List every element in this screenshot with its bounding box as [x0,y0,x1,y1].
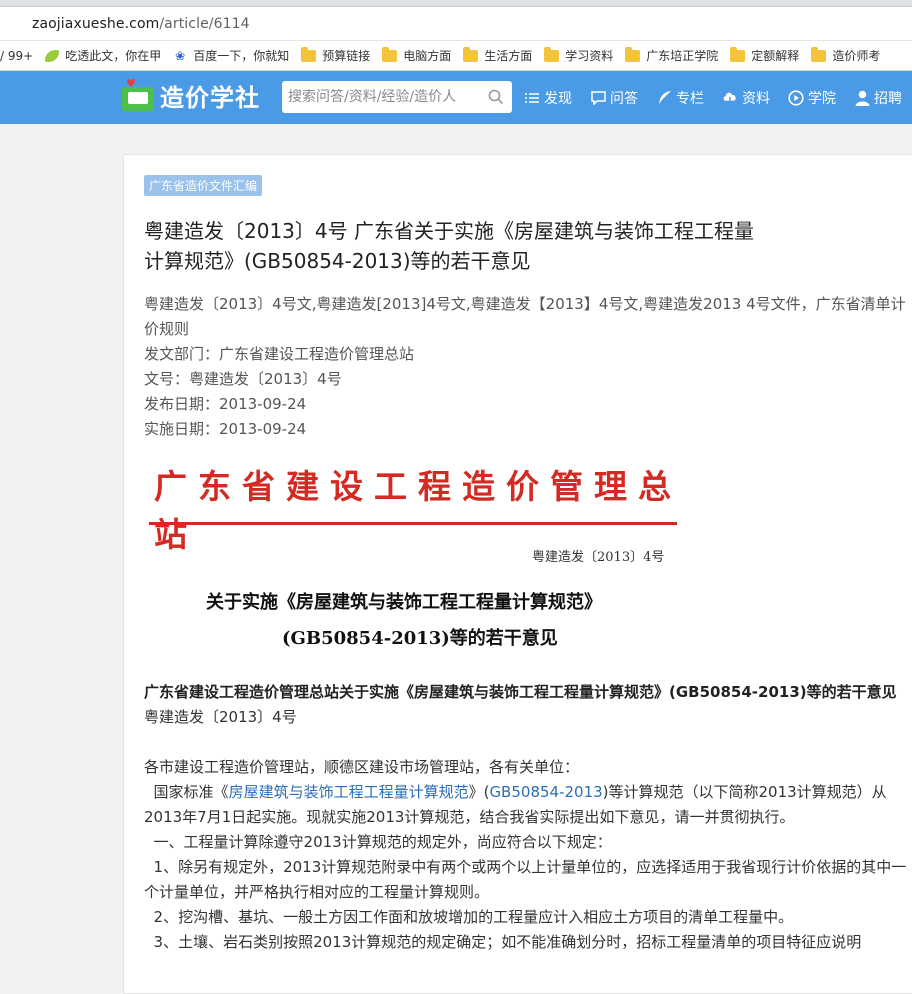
folder-icon [463,46,479,62]
leaf-icon [45,49,60,62]
nav-label: 专栏 [676,90,704,107]
bookmark-folder[interactable]: 预算链接 [301,46,371,64]
folder-icon [301,46,317,62]
body-item-2: 2、挖沟槽、基坑、一般土方因工作面和放坡增加的工程量应计入相应土方项目的清单工程… [144,905,912,930]
folder-icon [382,46,398,62]
bookmark-folder[interactable]: 广东培正学院 [625,46,719,64]
main-nav: 发现 问答 专栏 资料 学院 招聘 [524,71,912,124]
letterhead-doc-number: 粤建造发〔2013〕4号 [532,550,665,565]
browser-tabstrip [0,0,912,7]
letterhead-title-line2: (GB50854-2013)等的若干意见 [282,628,558,649]
letterhead-org: 广东省建设工程造价管理总站 [154,467,682,554]
bookmarks-bar: / 99+ 吃透此文，你在甲 ❀ 百度一下，你就知 预算链接 电脑方面 生活方面 … [0,41,912,71]
letterhead-red-rule [149,522,677,525]
nav-discover[interactable]: 发现 [524,88,572,108]
url-domain: zaojiaxueshe.com [32,15,160,32]
play-circle-icon [788,89,804,106]
nav-label: 学院 [808,90,836,107]
bookmark-label: 学习资料 [565,49,614,63]
meta-publish-date: 发布日期：2013-09-24 [144,395,307,413]
site-header: ♥ 造价学社 发现 问答 专栏 资料 学院 [0,71,912,124]
url-path: /article/6114 [159,15,250,32]
nav-resources[interactable]: 资料 [722,88,770,108]
cloud-download-icon [722,90,738,106]
article-title: 粤建造发〔2013〕4号 广东省关于实施《房屋建筑与装饰工程工程量计算规范》(G… [144,219,754,273]
bookmark-label: 电脑方面 [403,49,452,63]
bookmark-folder[interactable]: 造价师考 [811,46,881,64]
text-fragment: 》( [468,783,490,801]
list-icon [524,90,540,106]
meta-keywords: 粤建造发〔2013〕4号文,粤建造发[2013]4号文,粤建造发【2013】4号… [144,295,906,338]
bookmark-label: 定额解释 [751,49,800,63]
search-input[interactable] [282,89,478,105]
body-paragraph: 国家标准《房屋建筑与装饰工程工程量计算规范》(GB50854-2013)等计算规… [144,780,912,830]
nav-label: 问答 [610,90,638,107]
bookmark-label: 造价师考 [832,49,881,63]
nav-label: 招聘 [874,90,902,107]
text-fragment: 2、挖沟槽、基坑、一般土方因工作面和放坡增加的工程量应计入相应土方项目的清单工程… [153,908,794,926]
meta-effective-date: 实施日期：2013-09-24 [144,420,307,438]
logo-icon: ♥ [120,77,156,113]
category-tag[interactable]: 广东省造价文件汇编 [144,175,263,196]
body-item-3: 3、土壤、岩石类别按照2013计算规范的规定确定；如不能准确划分时，招标工程量清… [144,930,912,955]
document-letterhead-image: 广东省建设工程造价管理总站 粤建造发〔2013〕4号 关于实施《房屋建筑与装饰工… [144,456,704,676]
gb-code-link[interactable]: GB50854-2013 [489,783,602,801]
nav-qa[interactable]: 问答 [590,88,638,108]
letterhead-title-line1: 关于实施《房屋建筑与装饰工程工程量计算规范》 [206,592,602,613]
address-bar[interactable]: zaojiaxueshe.com/article/6114 [0,7,912,41]
article-meta: 粤建造发〔2013〕4号文,粤建造发[2013]4号文,粤建造发【2013】4号… [144,292,912,442]
folder-icon [730,46,746,62]
nav-jobs[interactable]: 招聘 [854,88,902,108]
bookmark-label: / 99+ [0,48,34,63]
bookmark-label: 广东培正学院 [646,49,719,63]
spec-link[interactable]: 房屋建筑与装饰工程工程量计算规范 [229,783,469,801]
bookmark-label: 吃透此文，你在甲 [65,49,162,63]
text-fragment: 国家标准《 [153,783,229,801]
folder-icon [811,46,827,62]
body-salutation: 各市建设工程造价管理站，顺德区建设市场管理站，各有关单位： [144,758,580,776]
search-box [282,81,512,113]
nav-label: 资料 [742,90,770,107]
nav-academy[interactable]: 学院 [788,88,836,108]
body-doc-number: 粤建造发〔2013〕4号 [144,708,297,726]
body-item-heading: 一、工程量计算除遵守2013计算规范的规定外，尚应符合以下规定： [144,830,912,855]
bookmark-label: 百度一下，你就知 [193,49,290,63]
text-fragment: 一、工程量计算除遵守2013计算规范的规定外，尚应符合以下规定： [153,833,612,851]
bookmark-folder[interactable]: 学习资料 [544,46,614,64]
feather-icon [656,90,672,106]
bookmark-label: 生活方面 [484,49,533,63]
body-item-1: 1、除另有规定外，2013计算规范附录中有两个或两个以上计量单位的，应选择适用于… [144,855,912,905]
article-body: 广东省建设工程造价管理总站关于实施《房屋建筑与装饰工程工程量计算规范》(GB50… [144,680,912,955]
person-icon [854,90,870,106]
folder-icon [544,46,560,62]
body-heading: 广东省建设工程造价管理总站关于实施《房屋建筑与装饰工程工程量计算规范》(GB50… [144,683,897,701]
nav-label: 发现 [544,90,572,107]
bookmark-folder[interactable]: 定额解释 [730,46,800,64]
logo-text: 造价学社 [160,84,260,112]
bookmark-folder[interactable]: 电脑方面 [382,46,452,64]
site-logo[interactable]: ♥ 造价学社 [120,77,260,113]
bookmark-label: 预算链接 [322,49,371,63]
baidu-paw-icon: ❀ [175,48,186,63]
bookmark-baidu[interactable]: ❀ 百度一下，你就知 [173,47,289,64]
meta-department: 发文部门：广东省建设工程造价管理总站 [144,345,415,363]
url-text[interactable]: zaojiaxueshe.com/article/6114 [32,16,250,32]
bookmark-tabs-count[interactable]: / 99+ [0,49,33,63]
text-fragment: 3、土壤、岩石类别按照2013计算规范的规定确定；如不能准确划分时，招标工程量清… [153,933,862,951]
article-card: 广东省造价文件汇编 粤建造发〔2013〕4号 广东省关于实施《房屋建筑与装饰工程… [123,154,912,994]
folder-icon [625,46,641,62]
search-icon[interactable] [488,89,504,105]
meta-doc-number: 文号：粤建造发〔2013〕4号 [144,370,342,388]
bookmark-article[interactable]: 吃透此文，你在甲 [45,47,161,64]
chat-icon [590,90,606,106]
bookmark-folder[interactable]: 生活方面 [463,46,533,64]
nav-column[interactable]: 专栏 [656,88,704,108]
text-fragment: 1、除另有规定外，2013计算规范附录中有两个或两个以上计量单位的，应选择适用于… [144,858,907,901]
